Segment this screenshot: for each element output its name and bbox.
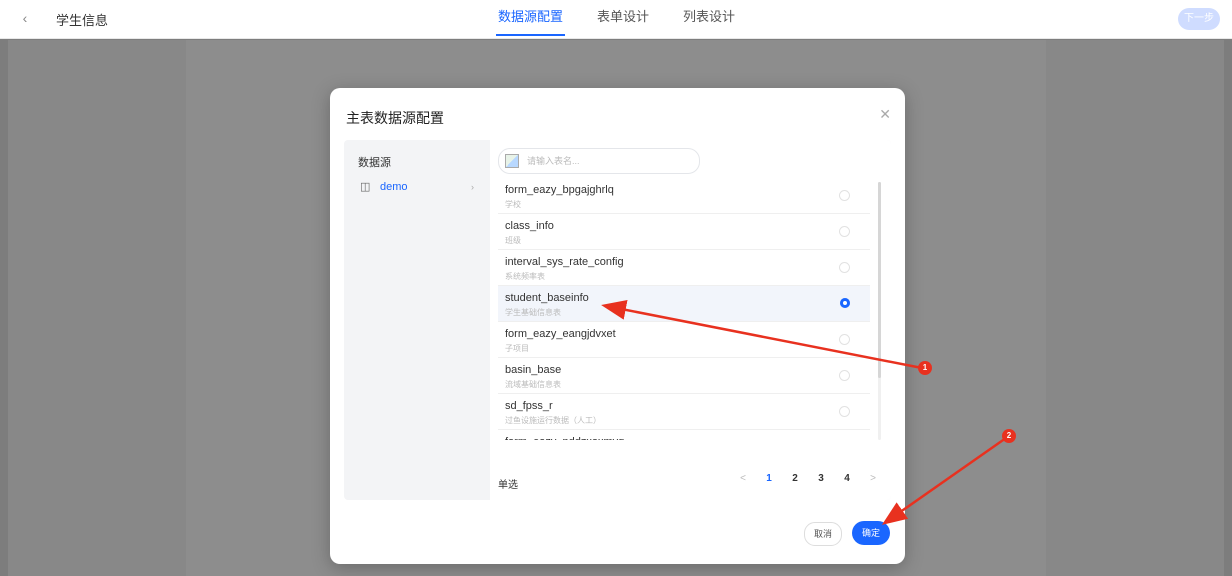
confirm-button[interactable]: 确定 bbox=[852, 521, 890, 545]
table-desc: 班级 bbox=[505, 236, 521, 245]
tab-datasource-config[interactable]: 数据源配置 bbox=[496, 0, 566, 38]
table-desc: 过鱼设施运行数据（人工） bbox=[505, 416, 601, 425]
table-desc: 学校 bbox=[505, 200, 521, 209]
datasource-heading: 数据源 bbox=[358, 157, 391, 169]
annotation-badge-2: 2 bbox=[1002, 429, 1016, 443]
table-row[interactable]: form_eazy_bpgajghrlq 学校 bbox=[498, 178, 870, 214]
table-row[interactable]: sd_fpss_r 过鱼设施运行数据（人工） bbox=[498, 394, 870, 430]
datasource-panel: 数据源 ◫ demo › form_eazy_bpgajghrlq 学校 bbox=[344, 140, 891, 500]
datasource-modal: 主表数据源配置 ✕ 数据源 ◫ demo › form_eazy_bpgajgh… bbox=[330, 88, 905, 564]
table-row[interactable]: form_eazy_pddzxoxmyq bbox=[498, 430, 870, 440]
table-list: form_eazy_bpgajghrlq 学校 class_info 班级 in… bbox=[498, 178, 870, 440]
page-title: 学生信息 bbox=[56, 13, 109, 28]
table-name: form_eazy_eangjdvxet bbox=[505, 328, 616, 340]
table-row[interactable]: basin_base 流域基础信息表 bbox=[498, 358, 870, 394]
prev-page-button[interactable]: < bbox=[730, 472, 756, 486]
radio-button-checked[interactable] bbox=[840, 298, 850, 308]
table-desc: 子项目 bbox=[505, 344, 529, 353]
table-search-input[interactable] bbox=[525, 152, 689, 170]
cube-icon: ◫ bbox=[360, 181, 371, 193]
scrollbar-thumb[interactable] bbox=[878, 182, 881, 378]
datasource-item-demo[interactable]: ◫ demo › bbox=[350, 176, 482, 198]
tab-list-design[interactable]: 列表设计 bbox=[681, 0, 737, 38]
cancel-button[interactable]: 取消 bbox=[804, 522, 842, 546]
broken-image-icon bbox=[505, 154, 519, 168]
datasource-column: 数据源 ◫ demo › bbox=[344, 140, 488, 500]
radio-button[interactable] bbox=[839, 226, 850, 237]
table-search bbox=[498, 148, 700, 174]
table-list-column: form_eazy_bpgajghrlq 学校 class_info 班级 in… bbox=[490, 140, 891, 500]
back-icon[interactable]: ‹ bbox=[16, 9, 34, 27]
next-step-button[interactable]: 下一步 bbox=[1178, 8, 1220, 30]
chevron-right-icon: › bbox=[471, 182, 474, 192]
modal-title: 主表数据源配置 bbox=[346, 110, 444, 126]
next-page-button[interactable]: > bbox=[860, 472, 886, 486]
table-name: basin_base bbox=[505, 364, 562, 376]
top-bar: ‹ 学生信息 数据源配置 表单设计 列表设计 下一步 bbox=[0, 0, 1232, 39]
table-desc: 学生基础信息表 bbox=[505, 308, 561, 317]
table-row[interactable]: interval_sys_rate_config 系统频率表 bbox=[498, 250, 870, 286]
table-row[interactable]: form_eazy_eangjdvxet 子项目 bbox=[498, 322, 870, 358]
table-name: form_eazy_pddzxoxmyq bbox=[505, 436, 624, 440]
radio-button[interactable] bbox=[839, 190, 850, 201]
radio-button[interactable] bbox=[839, 370, 850, 381]
select-mode-label: 单选 bbox=[498, 480, 518, 491]
page-button-4[interactable]: 4 bbox=[834, 472, 860, 486]
page-button-1[interactable]: 1 bbox=[756, 472, 782, 486]
radio-button[interactable] bbox=[839, 406, 850, 417]
table-name: form_eazy_bpgajghrlq bbox=[505, 184, 614, 196]
table-name: interval_sys_rate_config bbox=[505, 256, 624, 268]
annotation-badge-1: 1 bbox=[918, 361, 932, 375]
table-row[interactable]: class_info 班级 bbox=[498, 214, 870, 250]
table-name: sd_fpss_r bbox=[505, 400, 553, 412]
tab-form-design[interactable]: 表单设计 bbox=[595, 0, 651, 38]
radio-button[interactable] bbox=[839, 334, 850, 345]
radio-button[interactable] bbox=[839, 262, 850, 273]
page-button-2[interactable]: 2 bbox=[782, 472, 808, 486]
design-tabs: 数据源配置 表单设计 列表设计 bbox=[496, 0, 737, 38]
table-name: student_baseinfo bbox=[505, 292, 589, 304]
datasource-item-label: demo bbox=[380, 181, 408, 193]
page-button-3[interactable]: 3 bbox=[808, 472, 834, 486]
table-desc: 系统频率表 bbox=[505, 272, 545, 281]
close-icon[interactable]: ✕ bbox=[879, 106, 891, 123]
table-name: class_info bbox=[505, 220, 554, 232]
pagination: < 1 2 3 4 > bbox=[730, 472, 886, 486]
table-desc: 流域基础信息表 bbox=[505, 380, 561, 389]
table-row-selected[interactable]: student_baseinfo 学生基础信息表 bbox=[498, 286, 870, 322]
